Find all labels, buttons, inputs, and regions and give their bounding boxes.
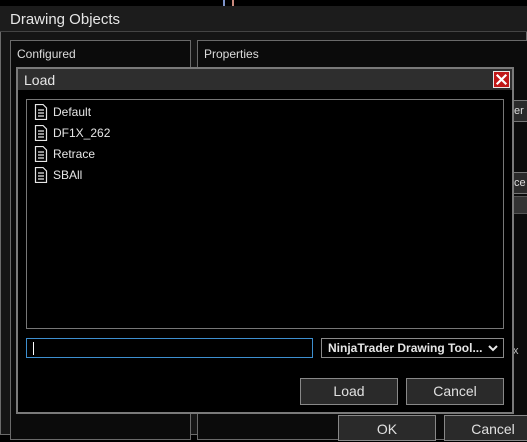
- ok-button[interactable]: OK: [338, 415, 436, 441]
- file-name: Default: [53, 105, 92, 119]
- properties-label: Properties: [204, 47, 259, 61]
- load-dialog-titlebar[interactable]: [18, 69, 512, 90]
- drawing-objects-title: Drawing Objects: [10, 11, 121, 28]
- list-item[interactable]: DF1X_262: [34, 124, 110, 142]
- list-item[interactable]: SBAll: [34, 166, 82, 184]
- document-icon: [34, 146, 48, 162]
- document-icon: [34, 125, 48, 141]
- load-dialog-title: Load: [24, 72, 56, 88]
- close-button[interactable]: [493, 71, 510, 88]
- properties-partial-button[interactable]: ce: [512, 172, 527, 194]
- text-caret: [33, 342, 34, 355]
- filetype-dropdown[interactable]: NinjaTrader Drawing Tool...: [321, 338, 504, 358]
- list-item[interactable]: Retrace: [34, 145, 95, 163]
- document-icon: [34, 104, 48, 120]
- cancel-button[interactable]: Cancel: [406, 378, 504, 405]
- filetype-selected-value: NinjaTrader Drawing Tool...: [328, 341, 483, 355]
- background-cancel-button[interactable]: Cancel: [444, 415, 527, 441]
- properties-partial-field[interactable]: [512, 196, 527, 214]
- file-name: Retrace: [53, 147, 96, 161]
- filename-input[interactable]: [26, 338, 313, 358]
- configured-label: Configured: [17, 47, 76, 61]
- properties-partial-button[interactable]: er: [512, 100, 527, 122]
- load-button[interactable]: Load: [300, 378, 398, 405]
- document-icon: [34, 167, 48, 183]
- file-name: SBAll: [53, 168, 83, 182]
- list-item[interactable]: Default: [34, 103, 91, 121]
- close-icon: [495, 73, 508, 86]
- chevron-down-icon: [488, 345, 498, 352]
- file-name: DF1X_262: [53, 126, 111, 140]
